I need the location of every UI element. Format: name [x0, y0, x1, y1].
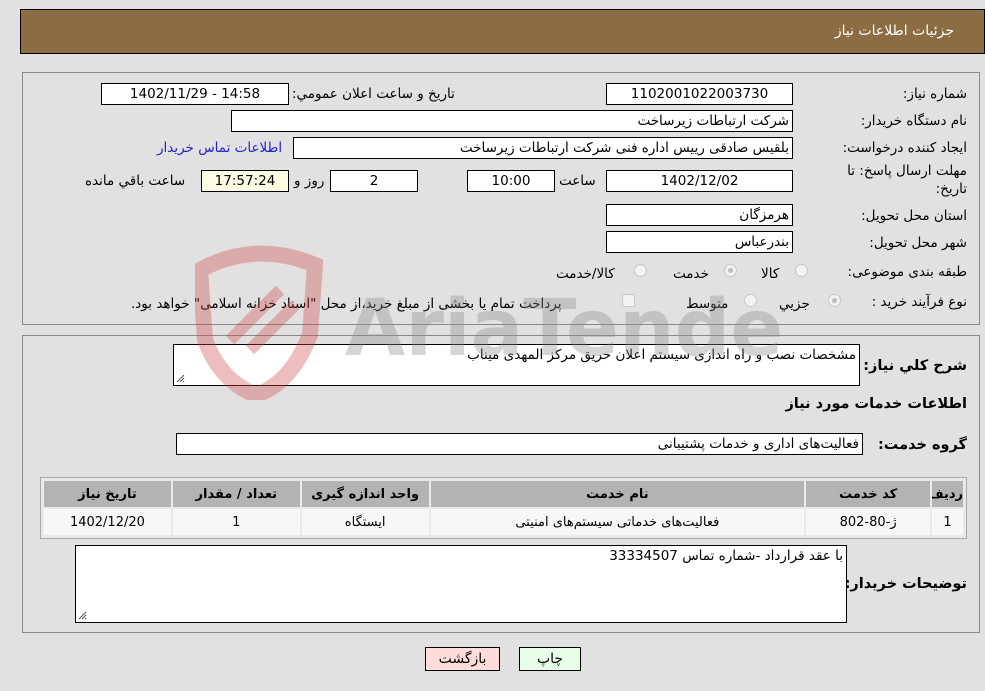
- cell-need-date: 1402/12/20: [43, 508, 172, 536]
- service-group-label: گروه خدمت:: [877, 437, 967, 453]
- deadline-time-label: ساعت: [559, 173, 596, 189]
- category-option-service: خدمت: [673, 266, 709, 282]
- treasury-checkbox-label: پرداخت تمام یا بخشی از مبلغ خرید،از محل …: [131, 296, 562, 312]
- requester-field[interactable]: بلقیس صادقی رییس اداره فنی شرکت ارتباطات…: [293, 137, 793, 159]
- requester-label: ایجاد کننده درخواست:: [842, 140, 967, 156]
- deadline-label-line1: مهلت ارسال پاسخ: تا: [847, 163, 967, 179]
- purchase-radio-minor[interactable]: [828, 294, 841, 307]
- purchase-type-label: نوع فرآیند خرید :: [871, 294, 967, 310]
- services-table: ردیف کد خدمت نام خدمت واحد اندازه گیری ت…: [40, 477, 967, 539]
- table-row: 1 ژ-80-802 فعالیت‌های خدماتی سیستم‌های ا…: [43, 508, 964, 536]
- description-label: شرح کلي نياز:: [863, 358, 967, 374]
- category-radio-service[interactable]: [724, 264, 737, 277]
- page-title: جزئیات اطلاعات نیاز: [834, 23, 954, 39]
- announce-datetime-field[interactable]: 1402/11/29 - 14:58: [101, 83, 289, 105]
- purchase-option-minor: جزيي: [779, 296, 810, 312]
- col-header-row-number: ردیف: [931, 480, 964, 508]
- need-number-label: شماره نیاز:: [902, 86, 967, 102]
- cell-service-name: فعالیت‌های خدماتی سیستم‌های امنیتی: [429, 508, 806, 536]
- table-header-row: ردیف کد خدمت نام خدمت واحد اندازه گیری ت…: [43, 480, 964, 508]
- col-header-need-date: تاریخ نیاز: [43, 480, 172, 508]
- services-heading: اطلاعات خدمات مورد نیاز: [785, 396, 967, 412]
- print-button[interactable]: چاپ: [519, 647, 581, 671]
- cell-unit: ایستگاه: [300, 508, 430, 536]
- buyer-org-label: نام دستگاه خريدار:: [860, 113, 967, 129]
- back-button[interactable]: بازگشت: [425, 647, 500, 671]
- buyer-contact-link[interactable]: اطلاعات تماس خریدار: [157, 140, 282, 156]
- resize-grip-icon[interactable]: [78, 611, 87, 620]
- days-label: روز و: [294, 173, 325, 189]
- purchase-radio-medium[interactable]: [744, 294, 757, 307]
- page-header: جزئیات اطلاعات نیاز: [20, 9, 985, 54]
- deadline-time-field[interactable]: 10:00: [467, 170, 555, 192]
- buyer-notes-text: با عقد قرارداد -شماره تماس 33334507: [609, 548, 843, 564]
- col-header-unit: واحد اندازه گیری: [300, 480, 430, 508]
- cell-quantity: 1: [171, 508, 301, 536]
- deadline-date-field[interactable]: 1402/12/02: [606, 170, 793, 192]
- treasury-checkbox[interactable]: [622, 294, 635, 307]
- city-field[interactable]: بندرعباس: [606, 231, 793, 253]
- category-radio-goods-service[interactable]: [634, 264, 647, 277]
- resize-grip-icon[interactable]: [176, 374, 185, 383]
- category-option-goods-service: کالا/خدمت: [556, 266, 615, 282]
- category-option-goods: کالا: [761, 266, 780, 282]
- description-text: مشخصات نصب و راه اندازی سیستم اعلان حریق…: [467, 347, 856, 363]
- buyer-notes-textarea[interactable]: با عقد قرارداد -شماره تماس 33334507: [75, 545, 847, 623]
- cell-row-number: 1: [931, 508, 964, 536]
- col-header-quantity: تعداد / مقدار: [171, 480, 301, 508]
- province-label: استان محل تحویل:: [861, 208, 967, 224]
- service-group-field[interactable]: فعالیت‌های اداری و خدمات پشتیبانی: [176, 433, 863, 455]
- remaining-time-field: 17:57:24: [201, 170, 289, 192]
- remaining-time-label: ساعت باقي مانده: [85, 173, 186, 189]
- remaining-days-field[interactable]: 2: [330, 170, 418, 192]
- need-number-field[interactable]: 1102001022003730: [606, 83, 793, 105]
- purchase-option-medium: متوسط: [686, 296, 729, 312]
- city-label: شهر محل تحویل:: [869, 235, 967, 251]
- deadline-label-line2: تاریخ:: [935, 181, 967, 197]
- col-header-service-code: کد خدمت: [805, 480, 932, 508]
- buyer-notes-label: توضیحات خریدار:: [844, 576, 967, 592]
- announce-datetime-label: تاریخ و ساعت اعلان عمومي:: [292, 86, 455, 102]
- description-textarea[interactable]: مشخصات نصب و راه اندازی سیستم اعلان حریق…: [173, 344, 860, 386]
- province-field[interactable]: هرمزگان: [606, 204, 793, 226]
- col-header-service-name: نام خدمت: [429, 480, 806, 508]
- buyer-org-field[interactable]: شرکت ارتباطات زیرساخت: [231, 110, 793, 132]
- category-radio-goods[interactable]: [795, 264, 808, 277]
- category-label: طبقه بندی موضوعی:: [847, 264, 967, 280]
- cell-service-code: ژ-80-802: [805, 508, 932, 536]
